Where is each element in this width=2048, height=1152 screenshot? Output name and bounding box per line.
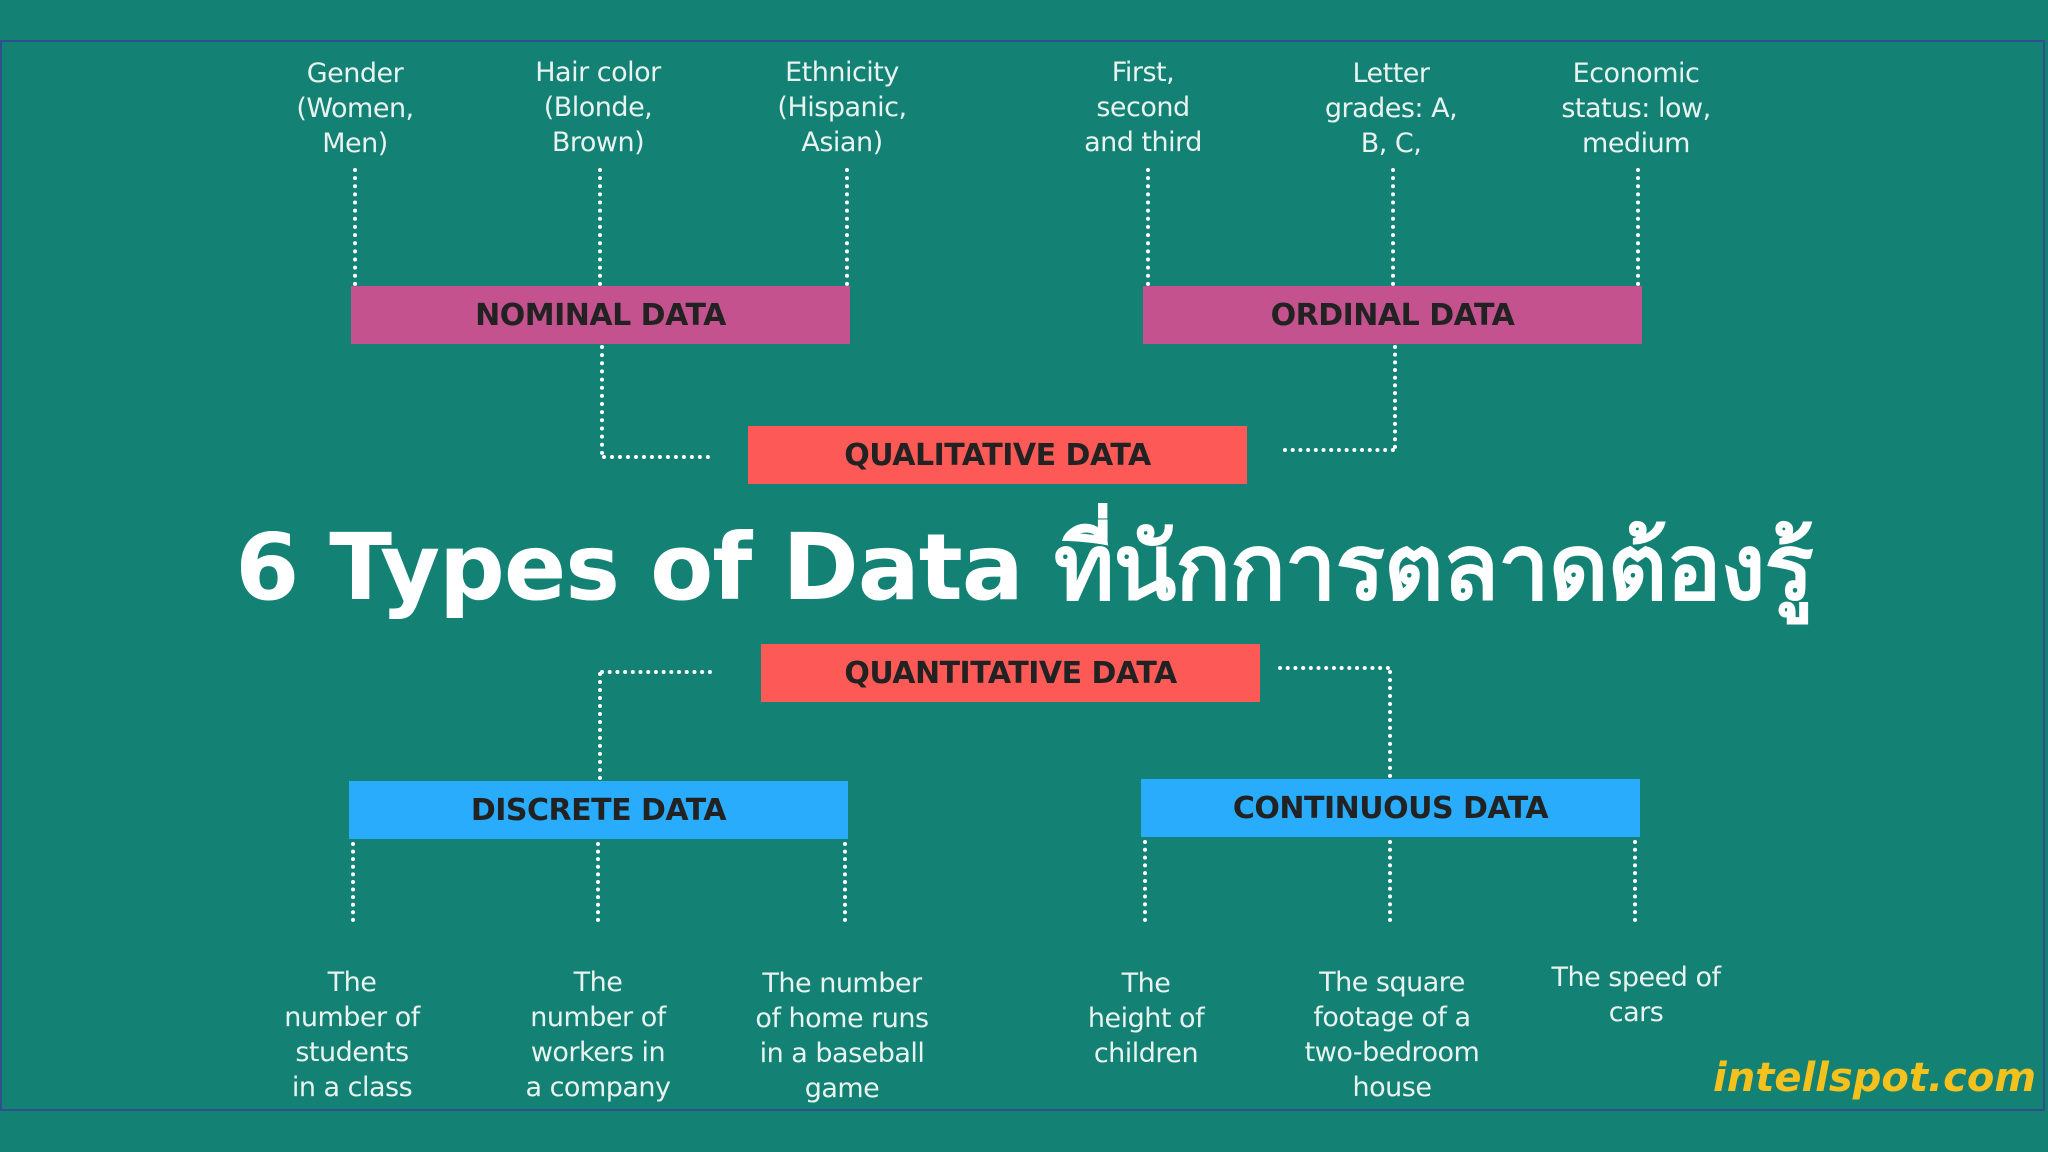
connector-continuous-1: [1143, 840, 1147, 922]
ordinal-example-grades: Letter grades: A, B, C,: [1324, 58, 1458, 159]
connector-nominal-to-qualitative-v: [600, 345, 604, 455]
connector-ordinal-2: [1391, 168, 1395, 286]
quantitative-data-box: QUANTITATIVE DATA: [761, 644, 1260, 702]
discrete-data-label: DISCRETE DATA: [470, 792, 727, 828]
connector-discrete-3: [843, 842, 847, 922]
connector-nominal-3: [845, 168, 849, 286]
connector-quantitative-to-continuous-h: [1278, 666, 1390, 670]
connector-quantitative-to-discrete-v: [598, 672, 602, 780]
ordinal-example-rank: First, second and third: [1084, 57, 1202, 158]
brand-watermark: intellspot.com: [1713, 1055, 2036, 1101]
ordinal-example-economic-status: Economic status: low, medium: [1561, 58, 1711, 159]
continuous-example-height: The height of children: [1087, 968, 1205, 1069]
quantitative-data-label: QUANTITATIVE DATA: [844, 655, 1177, 691]
continuous-example-speed: The speed of cars: [1551, 962, 1721, 1028]
nominal-example-hair-color: Hair color (Blonde, Brown): [535, 57, 661, 158]
connector-ordinal-to-qualitative-h: [1283, 448, 1395, 452]
nominal-example-ethnicity: Ethnicity (Hispanic, Asian): [777, 57, 907, 158]
nominal-data-label: NOMINAL DATA: [475, 297, 726, 333]
continuous-example-square-footage: The square footage of a two-bedroom hous…: [1304, 967, 1480, 1103]
discrete-example-home-runs: The number of home runs in a baseball ga…: [755, 968, 929, 1104]
connector-quantitative-to-continuous-v: [1388, 670, 1392, 778]
nominal-example-gender: Gender (Women, Men): [296, 58, 414, 159]
connector-nominal-2: [598, 168, 602, 286]
discrete-data-box: DISCRETE DATA: [349, 781, 848, 839]
page-title: 6 Types of Data ที่นักการตลาดต้องรู้: [235, 514, 1814, 621]
discrete-example-students: The number of students in a class: [284, 967, 420, 1103]
connector-quantitative-to-discrete-h: [600, 670, 712, 674]
qualitative-data-label: QUALITATIVE DATA: [844, 437, 1151, 473]
continuous-data-label: CONTINUOUS DATA: [1232, 790, 1549, 826]
discrete-example-workers: The number of workers in a company: [525, 967, 671, 1103]
ordinal-data-box: ORDINAL DATA: [1143, 286, 1642, 344]
connector-ordinal-1: [1146, 168, 1150, 286]
qualitative-data-box: QUALITATIVE DATA: [748, 426, 1247, 484]
connector-discrete-1: [351, 842, 355, 922]
connector-ordinal-3: [1636, 168, 1640, 286]
connector-ordinal-to-qualitative-v: [1393, 345, 1397, 449]
ordinal-data-label: ORDINAL DATA: [1270, 297, 1515, 333]
connector-discrete-2: [596, 842, 600, 922]
connector-continuous-3: [1633, 840, 1637, 922]
nominal-data-box: NOMINAL DATA: [351, 286, 850, 344]
connector-nominal-1: [353, 168, 357, 286]
continuous-data-box: CONTINUOUS DATA: [1141, 779, 1640, 837]
connector-nominal-to-qualitative-h: [602, 455, 710, 459]
connector-continuous-2: [1388, 840, 1392, 922]
